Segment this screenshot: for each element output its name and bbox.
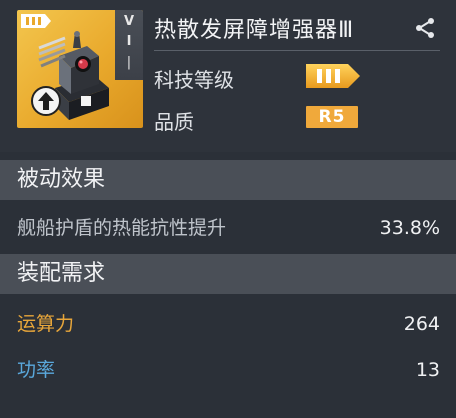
requirements-section-title: 装配需求 — [17, 261, 106, 286]
item-card[interactable]: V I | — [17, 10, 143, 128]
power-value: 13 — [415, 359, 440, 381]
share-icon[interactable] — [413, 16, 437, 40]
passive-effect-label: 舰船护盾的热能抗性提升 — [17, 217, 227, 239]
requirement-row-power: 功率 13 — [0, 346, 456, 394]
item-title: 热散发屏障增强器Ⅲ — [154, 18, 355, 43]
title-divider — [154, 50, 440, 51]
upgrade-badge[interactable] — [31, 86, 61, 116]
tech-level-label: 科技等级 — [154, 68, 234, 92]
item-header: V I | 热散发屏障增强器Ⅲ 科技等级 品质 R5 — [0, 0, 456, 152]
requirement-row-compute: 运算力 264 — [0, 300, 456, 348]
rarity-badge: R5 — [306, 106, 358, 128]
passive-effect-value: 33.8% — [379, 217, 440, 239]
requirements-section-header: 装配需求 — [0, 254, 456, 294]
compute-label: 运算力 — [17, 313, 75, 335]
passive-section-title: 被动效果 — [17, 167, 106, 192]
compute-value: 264 — [403, 313, 440, 335]
upgrade-arrow-icon — [38, 92, 54, 110]
passive-section-header: 被动效果 — [0, 160, 456, 200]
quality-label: 品质 — [154, 110, 194, 134]
passive-effect-row: 舰船护盾的热能抗性提升 33.8% — [0, 204, 456, 252]
tier-badge-icon — [306, 64, 360, 88]
power-label: 功率 — [17, 359, 56, 381]
